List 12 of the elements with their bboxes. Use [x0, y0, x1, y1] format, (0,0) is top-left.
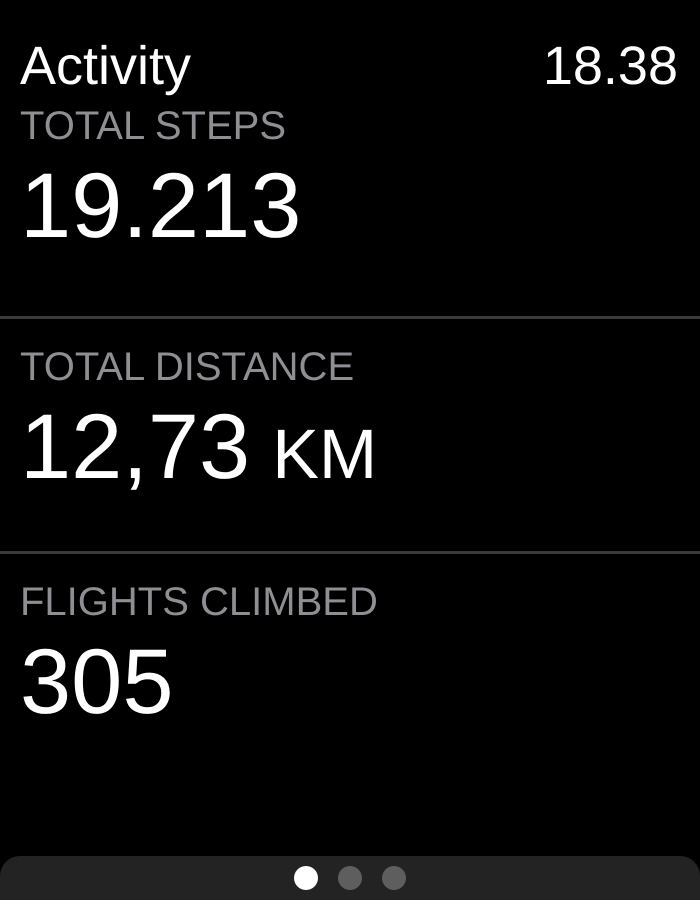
metric-value: 12,73 — [20, 401, 250, 493]
metric-label: TOTAL DISTANCE — [20, 347, 354, 387]
page-dot[interactable] — [382, 866, 406, 890]
app-title: Activity — [20, 39, 192, 93]
page-dot[interactable] — [294, 866, 318, 890]
metric-value: 19.213 — [20, 160, 302, 252]
unit-text: KM — [272, 419, 378, 489]
clock-time: 18.38 — [542, 39, 678, 93]
metric-label: TOTAL STEPS — [20, 106, 286, 146]
page-dot[interactable] — [338, 866, 362, 890]
metric-value: 305 — [20, 636, 174, 728]
metric-label: FLIGHTS CLIMBED — [20, 582, 378, 622]
